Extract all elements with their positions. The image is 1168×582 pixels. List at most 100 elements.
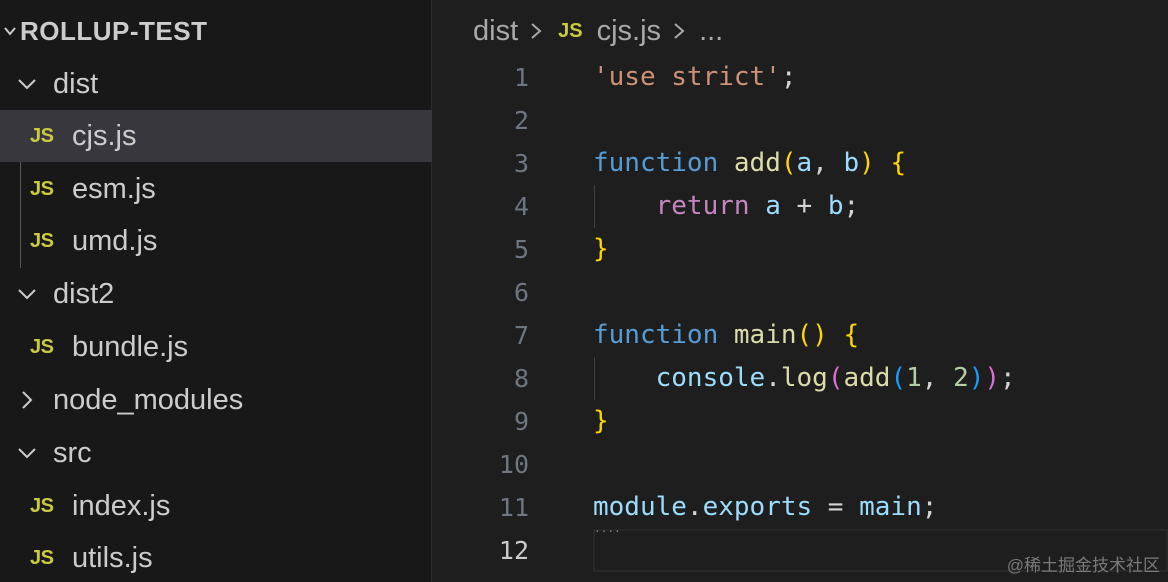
code-token: main	[733, 320, 797, 350]
code-token: ;	[921, 492, 938, 522]
tree-item-label: utils.js	[72, 541, 153, 574]
chevron-right-icon	[671, 20, 687, 42]
js-file-icon: JS	[30, 124, 54, 147]
code-token: console	[655, 363, 766, 393]
code-token: b	[827, 191, 844, 221]
code-line: return a + b;	[593, 185, 860, 228]
tree-file-bundle-js[interactable]: JS bundle.js	[0, 321, 432, 373]
suggestion-dots-icon: ····	[595, 522, 622, 538]
code-token: ;	[1000, 363, 1016, 393]
code-token: function	[593, 148, 719, 178]
js-file-icon: JS	[30, 177, 54, 200]
code-token: function	[593, 320, 719, 350]
line-number: 3	[513, 149, 529, 178]
code-token: exports	[702, 492, 813, 522]
project-header[interactable]: ROLLUP-TEST	[0, 6, 432, 56]
code-line: function main() {	[593, 314, 859, 357]
chevron-down-icon	[14, 71, 40, 97]
tree-item-label: umd.js	[72, 224, 158, 257]
js-file-icon: JS	[558, 19, 583, 42]
tree-item-label: node_modules	[53, 383, 244, 416]
code-token: log	[780, 363, 828, 393]
code-token: return	[655, 191, 750, 221]
watermark: @稀土掘金技术社区	[1006, 556, 1160, 575]
code-editor[interactable]: dist JS cjs.js ... 1 2 3 4 5 6 7 8 9 10 …	[433, 0, 1168, 582]
code-token: a	[765, 191, 781, 221]
chevron-down-icon	[0, 24, 20, 38]
line-number: 1	[513, 63, 529, 92]
breadcrumb-more[interactable]: ...	[699, 15, 723, 48]
line-number: 2	[513, 106, 529, 135]
line-number: 8	[513, 364, 529, 393]
tree-item-label: esm.js	[72, 172, 156, 205]
code-token: 1	[906, 363, 922, 393]
breadcrumb-folder[interactable]: dist	[473, 15, 518, 48]
line-number-active: 12	[498, 536, 529, 565]
chevron-right-icon	[528, 20, 544, 42]
js-file-icon: JS	[30, 335, 54, 358]
code-token: ,	[812, 148, 844, 178]
tree-file-umd-js[interactable]: JS umd.js	[0, 215, 432, 267]
code-line: }	[593, 228, 609, 271]
tree-file-index-js[interactable]: JS index.js	[0, 480, 432, 532]
js-file-icon: JS	[30, 494, 54, 517]
tree-folder-src[interactable]: src	[0, 427, 432, 479]
code-token: (	[780, 148, 797, 178]
tree-item-label: dist	[53, 67, 99, 100]
code-token: b	[843, 148, 860, 178]
code-token: ;	[780, 62, 797, 92]
line-number: 9	[513, 407, 529, 436]
tree-file-cjs-js[interactable]: JS cjs.js	[0, 110, 432, 162]
code-token: .	[765, 363, 781, 393]
code-token: 2	[953, 363, 969, 393]
code-line: module.exports = main;	[593, 486, 937, 529]
code-line: function add(a, b) {	[593, 142, 906, 185]
code-line: 'use strict';	[593, 56, 797, 99]
line-number: 4	[513, 192, 529, 221]
code-token: main	[859, 492, 922, 522]
code-token: +	[780, 191, 828, 221]
code-token: ;	[843, 191, 860, 221]
js-file-icon: JS	[30, 229, 54, 252]
code-token: }	[593, 234, 609, 264]
tree-item-label: cjs.js	[72, 119, 137, 152]
chevron-right-icon	[14, 387, 40, 413]
code-token: )	[859, 148, 875, 178]
code-token: }	[593, 406, 609, 436]
tree-item-label: bundle.js	[72, 330, 189, 363]
code-token: add	[733, 148, 781, 178]
breadcrumb-file[interactable]: cjs.js	[597, 15, 661, 48]
line-number: 6	[513, 278, 529, 307]
code-token: (	[827, 363, 844, 393]
tree-folder-dist2[interactable]: dist2	[0, 268, 432, 320]
tree-item-label: src	[53, 436, 92, 469]
chevron-down-icon	[14, 440, 40, 466]
tree-folder-dist[interactable]: dist	[0, 58, 432, 110]
js-file-icon: JS	[30, 546, 54, 569]
code-token: 'use strict'	[593, 62, 781, 92]
tree-folder-node-modules[interactable]: node_modules	[0, 374, 432, 426]
project-title: ROLLUP-TEST	[20, 15, 208, 46]
code-token: add	[843, 363, 891, 393]
line-number: 7	[513, 321, 529, 350]
code-token: .	[686, 492, 703, 522]
explorer-sidebar: ROLLUP-TEST dist JS cjs.js JS esm.js JS …	[0, 0, 432, 582]
tree-file-esm-js[interactable]: JS esm.js	[0, 163, 432, 215]
chevron-down-icon	[14, 281, 40, 307]
code-token: {	[843, 320, 860, 350]
code-token: =	[812, 492, 860, 522]
code-token: )	[968, 363, 985, 393]
code-token: )	[984, 363, 1001, 393]
code-token: (	[890, 363, 907, 393]
tree-file-utils-js[interactable]: JS utils.js	[0, 532, 432, 582]
code-token: {	[890, 148, 907, 178]
line-number: 5	[513, 235, 529, 264]
code-token: a	[796, 148, 813, 178]
